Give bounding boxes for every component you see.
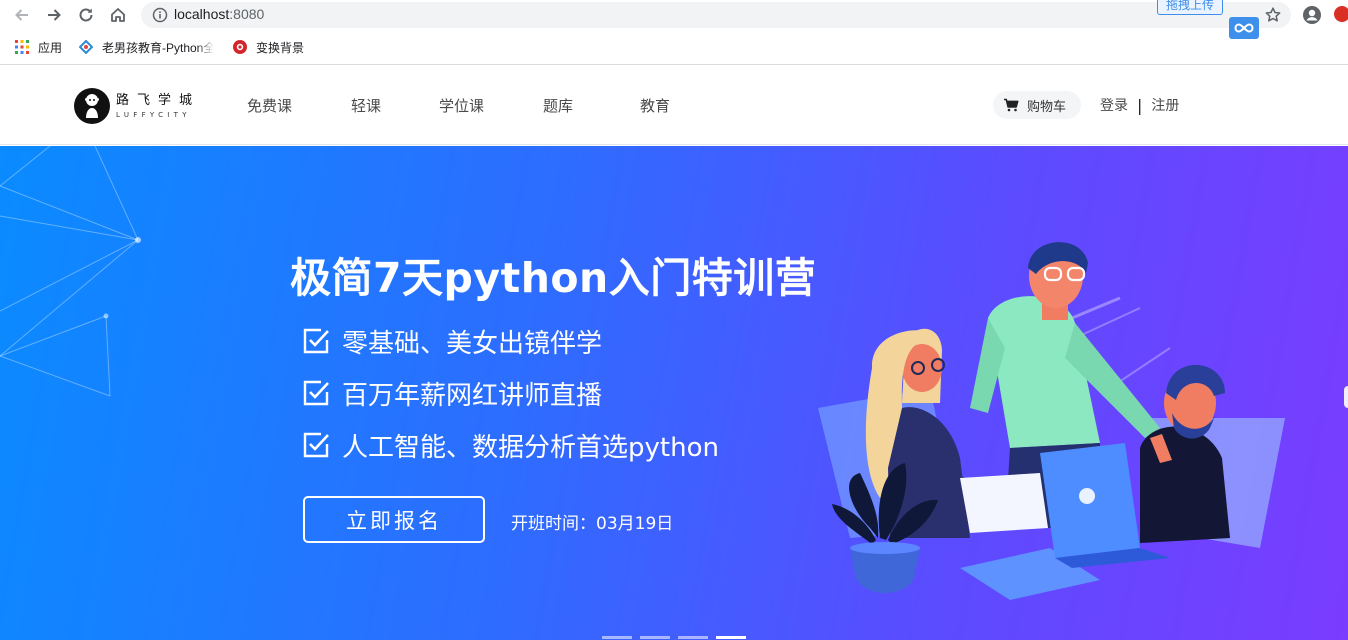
cart-label: 购物车 [1027, 99, 1067, 115]
bookmarks-bar: 应用 老男孩教育-Python全 变换背景 [0, 34, 1348, 60]
cart-icon [1003, 98, 1019, 112]
reload-button[interactable] [75, 4, 97, 26]
account-icon [1303, 6, 1321, 24]
bookmark-label: 变换背景 [256, 40, 305, 55]
checkbox-checked-icon [303, 380, 329, 406]
carousel-dot[interactable] [602, 636, 632, 639]
bookmark-star-button[interactable] [1262, 4, 1284, 26]
feature-text: 零基础、美女出镜伴学 [342, 328, 603, 359]
feature-item: 零基础、美女出镜伴学 [302, 324, 603, 359]
feature-text: 百万年薪网红讲师直播 [342, 380, 603, 411]
site-logo[interactable]: 路飞学城 LUFFYCITY [74, 88, 200, 124]
arrow-right-icon [48, 9, 61, 21]
bookmark-label: 老男孩教育-Python全 [102, 40, 214, 55]
url-host: localhost [174, 6, 230, 22]
login-link[interactable]: 登录 [1100, 95, 1128, 115]
info-icon[interactable] [151, 6, 169, 24]
feature-item: 人工智能、数据分析首选python [302, 428, 719, 463]
url-port: :8080 [229, 6, 265, 22]
carousel-next-handle[interactable] [1344, 386, 1348, 408]
carousel-dot[interactable] [678, 636, 708, 639]
profile-button[interactable] [1301, 4, 1323, 26]
feature-text: 人工智能、数据分析首选python [342, 432, 719, 463]
address-bar[interactable]: localhost:8080 [141, 2, 1291, 28]
team-illustration [818, 242, 1285, 600]
drag-upload-extension[interactable]: 拖拽上传 [1155, 0, 1259, 39]
register-link[interactable]: 注册 [1151, 95, 1179, 115]
class-start-time: 开班时间：03月19日 [511, 514, 674, 534]
nav-degree-courses[interactable]: 学位课 [439, 95, 484, 116]
luffy-logo-icon [74, 88, 110, 124]
reload-icon [79, 8, 93, 22]
red-circle-favicon-icon [232, 39, 248, 55]
enroll-button[interactable]: 立即报名 [303, 496, 485, 543]
feature-item: 百万年薪网红讲师直播 [302, 376, 603, 411]
back-button[interactable] [11, 4, 33, 26]
extension-label: 拖拽上传 [1157, 0, 1224, 15]
bookmark-apps[interactable]: 应用 [14, 38, 62, 56]
carousel-indicators [602, 636, 754, 640]
site-favicon-icon [78, 39, 94, 55]
nav-question-bank[interactable]: 题库 [543, 95, 573, 116]
cart-button[interactable]: 购物车 [993, 91, 1081, 119]
banner-title: 极简7天python入门特训营 [290, 254, 817, 302]
nav-free-courses[interactable]: 免费课 [247, 95, 292, 116]
bookmark-oldboy[interactable]: 老男孩教育-Python全 [78, 38, 214, 56]
browser-chrome: localhost:8080 拖拽上传 应用 老男孩教育-Python全 变换背… [0, 0, 1348, 65]
logo-en-text: LUFFYCITY [116, 110, 191, 119]
site-header: 路飞学城 LUFFYCITY 免费课 轻课 学位课 题库 教育 购物车 登录 |… [0, 65, 1348, 145]
star-icon [1265, 7, 1281, 22]
checkbox-checked-icon [303, 328, 329, 354]
home-button[interactable] [107, 4, 129, 26]
bookmark-change-bg[interactable]: 变换背景 [232, 38, 304, 56]
home-icon [111, 8, 125, 22]
auth-links: 登录 | 注册 [1100, 95, 1179, 115]
apps-grid-icon [14, 39, 30, 55]
auth-separator: | [1137, 95, 1143, 115]
nav-light-courses[interactable]: 轻课 [351, 95, 381, 116]
forward-button[interactable] [43, 4, 65, 26]
network-lines-decoration [0, 146, 141, 397]
hero-banner[interactable]: 极简7天python入门特训营 零基础、美女出镜伴学 百万年薪网红讲师直播 人工… [0, 146, 1348, 640]
nav-education[interactable]: 教育 [640, 95, 670, 116]
extension-red-icon[interactable] [1334, 6, 1348, 22]
carousel-dot[interactable] [640, 636, 670, 639]
checkbox-checked-icon [303, 432, 329, 458]
arrow-left-icon [15, 9, 28, 21]
bookmark-label: 应用 [38, 40, 63, 55]
url-text: localhost:8080 [174, 6, 264, 22]
carousel-dot-active[interactable] [716, 636, 746, 639]
logo-cn-text: 路飞学城 [116, 92, 201, 108]
